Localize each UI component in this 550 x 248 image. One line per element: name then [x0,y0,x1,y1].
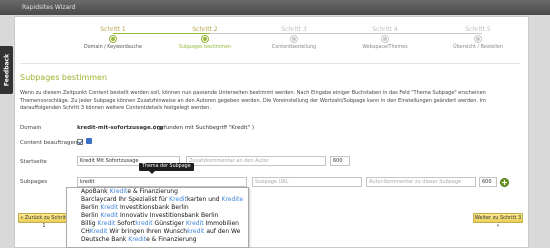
feedback-tab[interactable]: Feedback [0,46,13,94]
step-4-label: Webspace/Themes [362,45,408,50]
content-label: Content beauftragen [20,140,78,146]
suggestion-item[interactable]: Billig Kredit Sofortkredit Günstiger Kre… [67,220,248,228]
subpage-comment-input[interactable]: Autor-Kommentar zu dieser Subpage [366,177,476,187]
domain-note: ( gefunden mit Suchbegriff "Kredit" ) [153,125,255,131]
subpages-label: Subpages [20,179,48,185]
add-subpage-icon[interactable] [500,178,509,187]
step-4[interactable]: Schritt 4 Webspace/Themes [340,26,430,50]
next-button[interactable]: Weiter zu Schritt 3 » [473,213,523,229]
domain-value: kredit-mit-sofortzusage.org [77,125,164,131]
window-title: Rapidsites Wizard [22,4,76,11]
step-2-name: Schritt 2 [192,26,218,33]
suggestion-item[interactable]: Deutsche Bank Kredite & Finanzierung [67,236,248,244]
step-5[interactable]: Schritt 5 Übersicht / Bestellen [433,26,523,50]
step-3-dot [291,36,297,42]
step-1[interactable]: Schritt 1 Domain / Keywordsuche [68,26,158,50]
subpage-topic-input[interactable]: kredit [77,177,247,187]
step-2[interactable]: Schritt 2 Subpages bestimmen [160,26,250,50]
suggestion-item[interactable]: ApoBank Kredite & Finanzierung [67,188,248,196]
section-intro: Wenn zu diesem Zeitpunkt Content bestell… [20,90,486,111]
step-1-name: Schritt 1 [100,26,126,33]
step-5-name: Schritt 5 [465,26,491,33]
feedback-label: Feedback [3,53,10,87]
subpage-url-input[interactable]: Subpage URL [252,177,362,187]
step-1-label: Domain / Keywordsuche [84,45,142,50]
suggestion-item[interactable]: Berlin Kredit Innovativ Investitionsbank… [67,212,248,220]
domain-label: Domain [20,125,42,131]
window-titlebar: Rapidsites Wizard [0,0,550,15]
section-title: Subpages bestimmen [20,73,108,82]
step-4-dot [382,36,388,42]
startseite-label: Startseite [20,159,47,165]
step-1-dot [110,36,116,42]
edit-icon[interactable] [86,138,92,144]
step-2-label: Subpages bestimmen [178,45,232,50]
suggestion-item[interactable]: CHKredit Wir bringen Ihren Wunschkredit … [67,228,248,236]
topic-tooltip: Thema der Subpage [139,163,194,174]
header-divider [20,63,520,64]
step-4-name: Schritt 4 [372,26,398,33]
subpage-words-input[interactable]: 600 [479,177,497,187]
content-checkbox[interactable] [77,139,83,145]
autocomplete-dropdown: ApoBank Kredite & Finanzierung Barclayca… [66,187,249,248]
step-3-label: Contentbestellung [271,45,317,50]
step-5-label: Übersicht / Bestellen [453,45,503,50]
back-button[interactable]: « Zurück zu Schritt 1 [18,213,70,229]
suggestion-item[interactable]: Berlin Kredit Investitionsbank Berlin [67,204,248,212]
startseite-comment-input[interactable]: Zusatzkommentar an den Autor [186,156,326,166]
step-3[interactable]: Schritt 3 Contentbestellung [249,26,339,50]
step-2-dot [202,36,208,42]
step-3-name: Schritt 3 [281,26,307,33]
suggestion-item[interactable]: Barclaycard Ihr Spezialist für Kreditkar… [67,196,248,204]
startseite-words-input[interactable]: 600 [330,156,350,166]
step-5-dot [475,36,481,42]
